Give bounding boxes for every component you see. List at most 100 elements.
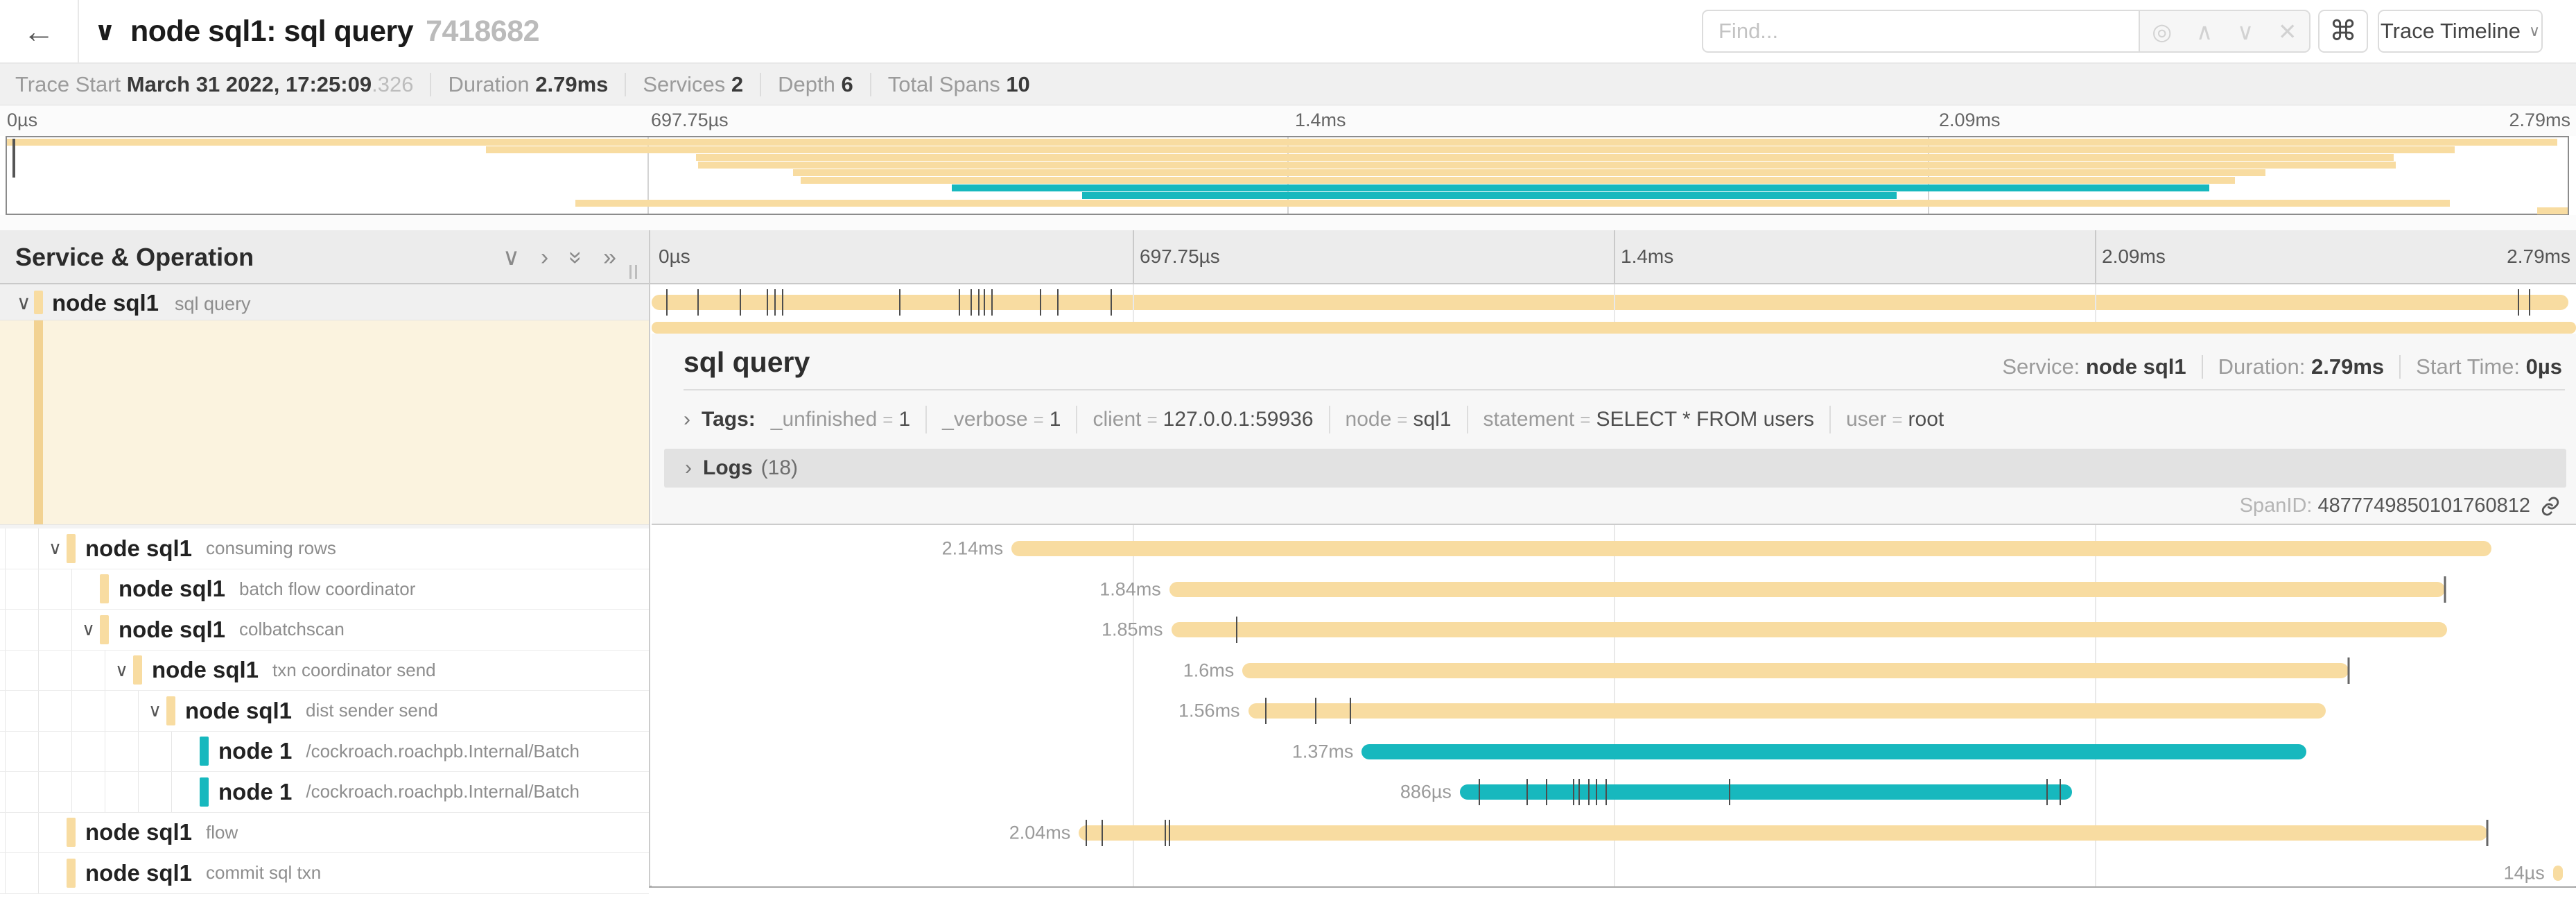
expand-one-icon[interactable]: › <box>541 244 548 271</box>
chevron-right-icon: › <box>685 456 692 480</box>
page-title: node sql1: sql query 7418682 <box>130 0 539 62</box>
span-tree-row[interactable]: node 1/cockroach.roachpb.Internal/Batch <box>0 732 649 773</box>
service-color-bar <box>100 574 109 603</box>
span-row-bar[interactable]: 886µs <box>652 772 2576 813</box>
service-color-bar <box>67 859 76 888</box>
divider <box>760 73 761 96</box>
tag-value: 1 <box>898 408 910 431</box>
span-row-bar[interactable]: 1.84ms <box>652 569 2576 610</box>
operation-name: colbatchscan <box>239 619 345 640</box>
log-marker-tick <box>1578 779 1580 805</box>
span-row-bar[interactable]: 1.6ms <box>652 651 2576 691</box>
prev-result-icon[interactable]: ∧ <box>2196 20 2213 43</box>
span-duration-bar[interactable] <box>1172 622 2447 637</box>
chevron-down-icon[interactable]: ∨ <box>82 619 100 640</box>
tags-accordion[interactable]: › Tags: _unfinished=1_verbose=1client=12… <box>684 400 1944 439</box>
gridline <box>2095 230 2096 284</box>
minimap-span-bar <box>2537 207 2568 214</box>
span-tree-row[interactable]: ∨node sql1dist sender send <box>0 691 649 732</box>
span-duration-bar[interactable] <box>652 295 2568 310</box>
span-duration-bar[interactable] <box>1011 541 2491 556</box>
span-duration-bar[interactable] <box>1361 744 2306 759</box>
clear-search-icon[interactable]: ✕ <box>2278 20 2297 43</box>
log-marker-tick <box>697 289 699 316</box>
keyboard-shortcuts-button[interactable]: ⌘ <box>2318 10 2368 53</box>
trace-summary-bar: Trace Start March 31 2022, 17:25:09.326D… <box>0 64 2576 105</box>
collapse-all-icon[interactable]: » <box>562 251 589 264</box>
indent-guide <box>38 610 39 650</box>
collapse-one-icon[interactable]: ∨ <box>503 243 520 271</box>
log-marker-tick <box>984 289 985 316</box>
span-row-bar[interactable]: 2.04ms <box>652 813 2576 854</box>
back-button[interactable]: ← <box>0 0 79 62</box>
divider <box>870 73 871 96</box>
span-duration-bar[interactable] <box>1248 703 2326 719</box>
span-duration-bar[interactable] <box>2553 866 2563 881</box>
tick-label: 2.79ms <box>2507 246 2570 268</box>
log-marker-tick <box>899 289 900 316</box>
next-result-icon[interactable]: ∨ <box>2237 20 2254 43</box>
trace-id: 7418682 <box>426 15 539 49</box>
minimap-gap <box>0 215 2576 230</box>
indent-guide <box>38 569 39 610</box>
span-duration-bar[interactable] <box>1169 582 2445 597</box>
trace-meta-item: Services 2 <box>643 72 743 97</box>
duration-value: 2.79ms <box>2311 354 2384 379</box>
find-input[interactable] <box>1703 11 2139 51</box>
log-marker-tick <box>1236 617 1237 643</box>
equals-sign: = <box>1034 409 1044 431</box>
link-icon[interactable] <box>2540 496 2561 517</box>
span-duration-label: 1.84ms <box>1099 578 1161 600</box>
find-box[interactable] <box>1702 10 2139 53</box>
log-marker-tick <box>1057 289 1059 316</box>
locate-icon[interactable]: ◎ <box>2152 20 2172 43</box>
equals-sign: = <box>1397 409 1407 431</box>
chevron-down-icon[interactable]: ∨ <box>49 538 67 559</box>
indent-guide <box>71 732 72 772</box>
divider <box>1829 406 1831 433</box>
span-row-bar[interactable]: 1.37ms <box>652 732 2576 773</box>
span-tree-row[interactable]: ∨node sql1txn coordinator send <box>0 651 649 691</box>
log-marker-tick <box>991 289 993 316</box>
span-tree-row[interactable]: node 1/cockroach.roachpb.Internal/Batch <box>0 772 649 813</box>
span-duration-bar[interactable] <box>1242 663 2349 678</box>
log-marker-tick <box>1086 820 1087 846</box>
chevron-down-icon[interactable]: ∨ <box>115 660 133 681</box>
span-duration-bar[interactable] <box>1079 825 2487 841</box>
trace-minimap[interactable] <box>6 136 2569 215</box>
expand-all-icon[interactable]: » <box>603 244 616 271</box>
span-row-bar[interactable]: 1.56ms <box>652 691 2576 732</box>
service-color-bar <box>100 615 109 644</box>
span-row-bar[interactable]: 2.14ms <box>652 528 2576 569</box>
logs-accordion[interactable]: › Logs (18) <box>664 449 2566 488</box>
chevron-down-icon[interactable]: ∨ <box>17 284 31 320</box>
chevron-right-icon: › <box>684 408 690 431</box>
minimap-left-scrubber[interactable] <box>12 139 15 178</box>
selected-span-bar[interactable] <box>652 322 2576 334</box>
view-selector-button[interactable]: Trace Timeline ∨ <box>2378 10 2543 53</box>
service-value: node sql1 <box>2086 354 2186 379</box>
span-tree-row[interactable]: node sql1flow <box>0 813 649 854</box>
span-tree-row[interactable]: ∨node sql1colbatchscan <box>0 610 649 651</box>
indent-guide <box>38 853 39 893</box>
log-marker-tick <box>1588 779 1590 805</box>
trace-collapse-toggle[interactable]: ∨ <box>94 0 116 62</box>
equals-sign: = <box>882 409 893 431</box>
span-tree-row[interactable]: node sql1commit sql txn <box>0 853 649 894</box>
column-splitter[interactable] <box>649 230 650 886</box>
indent-guide <box>5 813 6 853</box>
span-row-bar[interactable]: 14µs <box>652 853 2576 894</box>
span-duration-bar[interactable] <box>1460 784 2072 800</box>
tag-value: root <box>1908 408 1944 431</box>
span-row-bar[interactable]: 1.85ms <box>652 610 2576 651</box>
indent-guide <box>5 569 6 610</box>
span-tree-row[interactable]: ∨node sql1consuming rows <box>0 528 649 569</box>
span-tree-row[interactable]: node sql1batch flow coordinator <box>0 569 649 610</box>
splitter-grip[interactable] <box>629 265 642 279</box>
tag-key: user <box>1846 408 1886 431</box>
indent-guide <box>138 691 139 731</box>
span-tree-row-sql-query[interactable]: ∨ node sql1 sql query <box>0 284 649 320</box>
log-marker-tick <box>959 289 960 316</box>
chevron-down-icon[interactable]: ∨ <box>148 700 166 721</box>
trace-meta-item: Total Spans 10 <box>888 72 1030 97</box>
